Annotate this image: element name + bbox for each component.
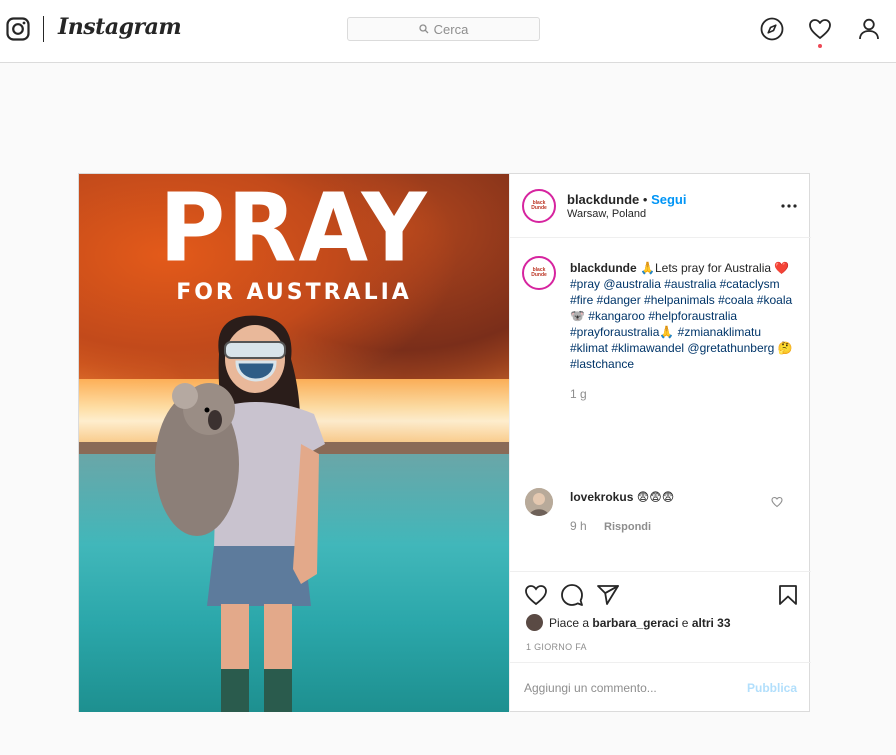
nav-divider (43, 16, 44, 42)
comments-section[interactable]: black Dunde blackdunde 🙏Lets pray for Au… (510, 239, 811, 571)
post-date[interactable]: 1 GIORNO FA (526, 642, 587, 652)
comment: lovekrokus 😨😨😨 (570, 490, 674, 504)
post-sidebar: black Dunde blackdunde • Segui Warsaw, P… (509, 174, 811, 712)
caption-pray-emoji: 🙏 (640, 261, 655, 275)
profile-icon[interactable] (857, 17, 881, 41)
search-icon (419, 24, 429, 34)
author-line: blackdunde • Segui (567, 192, 686, 207)
post-header: black Dunde blackdunde • Segui Warsaw, P… (510, 174, 811, 238)
share-send-icon[interactable] (596, 583, 620, 607)
image-subheadline: FOR AUSTRALIA (176, 280, 412, 305)
commenter-avatar[interactable] (525, 488, 553, 516)
post-location[interactable]: Warsaw, Poland (567, 208, 646, 220)
add-comment-input[interactable] (524, 680, 724, 695)
explore-compass-icon[interactable] (760, 17, 784, 41)
comment-text: 😨😨😨 (636, 490, 675, 504)
like-heart-icon[interactable] (524, 583, 548, 607)
caption-hashtags[interactable]: #pray @australia #australia #cataclysm #… (570, 277, 793, 371)
notification-dot (818, 44, 822, 48)
add-comment-bar: Pubblica (510, 662, 811, 712)
author-username[interactable]: blackdunde (567, 192, 639, 207)
likes-others-link[interactable]: altri 33 (692, 616, 731, 630)
save-bookmark-icon[interactable] (776, 583, 800, 607)
search-input[interactable]: Cerca (347, 17, 540, 41)
comment-bubble-icon[interactable] (560, 583, 584, 607)
liker-avatar[interactable] (526, 614, 543, 631)
liker-username[interactable]: barbara_geraci (592, 616, 678, 630)
likes-middle: e (681, 615, 689, 630)
header-separator: • (642, 192, 648, 207)
avatar-logo: black Dunde (526, 260, 552, 286)
likes-prefix: Piace a (549, 615, 590, 630)
comment-meta: 9 h Rispondi (570, 519, 651, 533)
reply-button[interactable]: Rispondi (604, 521, 651, 533)
caption-author-avatar[interactable]: black Dunde (522, 256, 556, 290)
caption-username[interactable]: blackdunde (570, 261, 637, 275)
instagram-wordmark[interactable]: Instagram (58, 14, 182, 40)
post-card: PRAY FOR AUSTRALIA black Dunde blackdund… (78, 173, 811, 712)
image-headline: PRAY (159, 174, 429, 284)
likes-summary: Piace a barbara_geraci e altri 33 (526, 614, 731, 631)
post-caption: blackdunde 🙏Lets pray for Australia ❤️ #p… (570, 260, 796, 402)
avatar-logo: black Dunde (526, 193, 552, 219)
caption-text: Lets pray for Australia (654, 261, 772, 275)
post-actions: Piace a barbara_geraci e altri 33 1 GIOR… (510, 571, 811, 662)
search-placeholder: Cerca (433, 21, 469, 37)
instagram-logo-icon[interactable] (6, 17, 30, 41)
author-avatar[interactable]: black Dunde (522, 189, 556, 223)
post-image[interactable]: PRAY FOR AUSTRALIA (79, 174, 509, 712)
publish-button[interactable]: Pubblica (747, 681, 797, 695)
top-navigation: Instagram Cerca (0, 0, 896, 63)
activity-heart-icon[interactable] (808, 17, 832, 41)
commenter-photo (525, 488, 553, 516)
comment-like-heart-icon[interactable] (771, 496, 783, 508)
comment-username[interactable]: lovekrokus (570, 490, 633, 504)
follow-button[interactable]: Segui (651, 192, 686, 207)
caption-heart-emoji: ❤️ (774, 261, 790, 275)
more-options-icon[interactable] (781, 204, 797, 208)
comment-time[interactable]: 9 h (570, 519, 587, 533)
caption-time[interactable]: 1 g (570, 386, 796, 402)
